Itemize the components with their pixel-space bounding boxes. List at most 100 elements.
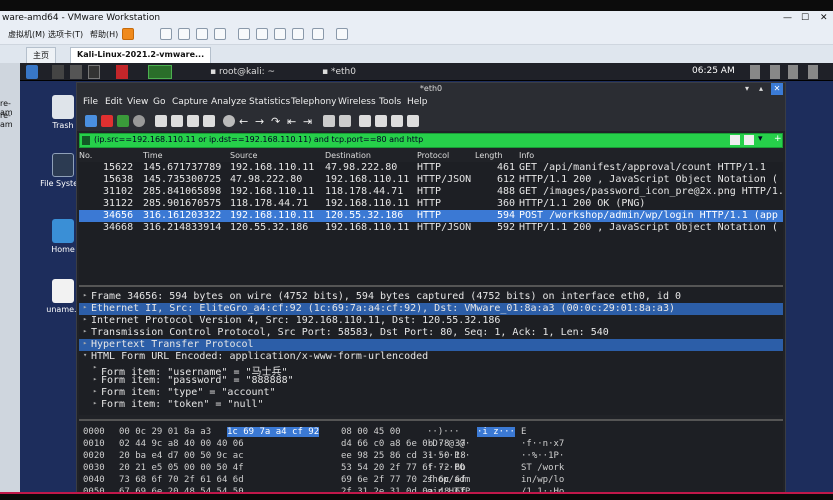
bookmark-icon[interactable] (82, 136, 90, 145)
start-capture-icon[interactable] (85, 115, 97, 127)
column-destination[interactable]: Destination (325, 151, 371, 160)
close-icon[interactable]: ✕ (771, 83, 783, 95)
browser-icon[interactable] (116, 65, 128, 79)
expanded-triangle-icon[interactable]: ▾ (83, 351, 87, 359)
autoscroll-icon[interactable] (323, 115, 335, 127)
view-fullscreen-icon[interactable] (274, 28, 286, 40)
collapsed-triangle-icon[interactable]: ▸ (83, 339, 87, 347)
reload-icon[interactable] (203, 115, 215, 127)
collapsed-triangle-icon[interactable]: ▸ (83, 327, 87, 335)
detail-row[interactable]: ▸ Hypertext Transfer Protocol (79, 339, 783, 351)
packet-row[interactable]: 15638 145.735300725 47.98.222.80 192.168.11… (79, 174, 783, 186)
console-view-icon[interactable] (312, 28, 324, 40)
view-quick-switch-icon[interactable] (256, 28, 268, 40)
last-packet-icon[interactable]: ⇥ (303, 115, 315, 128)
detail-row[interactable]: ▸ Form item: "token" = "null" (79, 399, 783, 411)
file-manager-icon[interactable] (70, 65, 82, 79)
view-normal-icon[interactable] (238, 28, 250, 40)
collapsed-triangle-icon[interactable]: ▸ (83, 291, 87, 299)
restart-capture-icon[interactable] (117, 115, 129, 127)
snapshot-settings-icon[interactable] (214, 28, 226, 40)
minimize-icon[interactable]: ▾ (745, 83, 749, 95)
menu-tools[interactable]: Tools (379, 97, 401, 107)
display-filter-input[interactable]: (ip.src==192.168.110.11 or ip.dst==192.1… (94, 135, 423, 144)
collapsed-triangle-icon[interactable]: ▸ (93, 387, 97, 395)
stop-capture-icon[interactable] (101, 115, 113, 127)
menu-statistics[interactable]: Statistics (249, 97, 290, 107)
clear-filter-icon[interactable] (730, 135, 740, 145)
pause-icon[interactable] (122, 28, 134, 40)
capture-options-icon[interactable] (133, 115, 145, 127)
collapsed-triangle-icon[interactable]: ▸ (83, 303, 87, 311)
menu-tabs[interactable]: 选项卡(T) (48, 29, 83, 40)
menu-file[interactable]: File (83, 97, 98, 107)
zoom-out-icon[interactable] (375, 115, 387, 127)
zoom-in-icon[interactable] (359, 115, 371, 127)
detail-row[interactable]: ▸ Internet Protocol Version 4, Src: 192.1… (79, 315, 783, 327)
packet-row[interactable]: 31102 285.841065898 192.168.110.11 118.178.… (79, 186, 784, 198)
menu-edit[interactable]: Edit (105, 97, 122, 107)
task-wireshark[interactable]: ▪ *eth0 (322, 65, 356, 79)
find-packet-icon[interactable] (223, 115, 235, 127)
first-packet-icon[interactable]: ⇤ (287, 115, 299, 128)
filter-history-icon[interactable]: ▾ (758, 134, 763, 144)
column-protocol[interactable]: Protocol (417, 151, 449, 160)
bytes-row[interactable]: 0030 20 21 e5 05 00 00 50 4f 53 54 20 2f 7… (79, 463, 783, 475)
notifications-icon[interactable] (788, 65, 798, 79)
close-icon[interactable]: ✕ (820, 11, 828, 25)
packet-row[interactable]: 34656 316.161203322 192.168.110.11 120.55.3… (79, 210, 783, 222)
packet-row[interactable]: 15622 145.671737789 192.168.110.11 47.98.22… (79, 162, 783, 174)
minimize-icon[interactable]: — (783, 11, 792, 25)
display-filter-bar[interactable]: (ip.src==192.168.110.11 or ip.dst==192.1… (79, 133, 783, 148)
revert-snapshot-icon[interactable] (178, 28, 190, 40)
detail-row[interactable]: ▸ Transmission Control Protocol, Src Port… (79, 327, 783, 339)
detail-row[interactable]: ▸ Frame 34656: 594 bytes on wire (4752 bi… (79, 291, 783, 303)
menu-vm[interactable]: 虚拟机(M) (8, 29, 45, 40)
bytes-row[interactable]: 0010 02 44 9c a8 40 00 40 06 d4 66 c0 a8 6… (79, 439, 783, 451)
collapsed-triangle-icon[interactable]: ▸ (83, 315, 87, 323)
view-unity-icon[interactable] (292, 28, 304, 40)
packet-row[interactable]: 31122 285.901670575 118.178.44.71 192.168.1… (79, 198, 783, 210)
tab-home[interactable]: 主页 (26, 47, 56, 63)
apply-filter-icon[interactable] (744, 135, 754, 145)
detail-row[interactable]: ▸ Form item: "username" = "马士兵" (79, 363, 783, 378)
detail-row[interactable]: ▾ HTML Form URL Encoded: application/x-ww… (79, 351, 783, 363)
task-terminal[interactable]: ▪ root@kali: ~ (210, 65, 275, 79)
collapsed-triangle-icon[interactable]: ▸ (93, 363, 97, 371)
power-icon[interactable] (808, 65, 818, 79)
maximize-icon[interactable]: ☐ (801, 11, 809, 25)
menu-analyze[interactable]: Analyze (211, 97, 246, 107)
normal-size-icon[interactable] (391, 115, 403, 127)
menu-help[interactable]: Help (407, 97, 428, 107)
detail-row[interactable]: ▸ Ethernet II, Src: EliteGro_a4:cf:92 (1c… (79, 303, 783, 315)
snapshot-icon[interactable] (160, 28, 172, 40)
collapsed-triangle-icon[interactable]: ▸ (93, 399, 97, 407)
packet-row[interactable]: 34668 316.214833914 120.55.32.186 192.168.1… (79, 222, 783, 234)
add-filter-button-icon[interactable]: + (774, 134, 782, 144)
open-file-icon[interactable] (155, 115, 167, 127)
column-length[interactable]: Length (475, 151, 503, 160)
column-source[interactable]: Source (230, 151, 257, 160)
close-file-icon[interactable] (187, 115, 199, 127)
tab-kali-vm[interactable]: Kali-Linux-2021.2-vmware... (70, 47, 212, 63)
maximize-icon[interactable]: ▴ (759, 83, 763, 95)
bytes-row[interactable]: 0020 20 ba e4 d7 00 50 9c ac ee 98 25 86 c… (79, 451, 783, 463)
go-back-icon[interactable]: ← (239, 115, 251, 128)
menu-wireless[interactable]: Wireless (338, 97, 376, 107)
collapsed-triangle-icon[interactable]: ▸ (93, 375, 97, 383)
column-no[interactable]: No. (79, 151, 92, 160)
menu-telephony[interactable]: Telephony (291, 97, 337, 107)
detail-row[interactable]: ▸ Form item: "type" = "account" (79, 387, 783, 399)
save-file-icon[interactable] (171, 115, 183, 127)
show-desktop-icon[interactable] (52, 65, 64, 79)
menu-capture[interactable]: Capture (172, 97, 208, 107)
snapshot-manager-icon[interactable] (196, 28, 208, 40)
wireshark-launcher-icon[interactable] (148, 65, 172, 79)
volume-icon[interactable] (770, 65, 780, 79)
detail-row[interactable]: ▸ Form item: "password" = "888888" (79, 375, 783, 387)
go-to-packet-icon[interactable]: ↷ (271, 115, 283, 128)
network-icon[interactable] (750, 65, 760, 79)
terminal-icon[interactable] (88, 65, 100, 79)
stretch-view-icon[interactable] (336, 28, 348, 40)
bytes-row[interactable]: 0000 00 0c 29 01 8a a3 1c 69 7a a4 cf 92 08… (79, 427, 783, 439)
